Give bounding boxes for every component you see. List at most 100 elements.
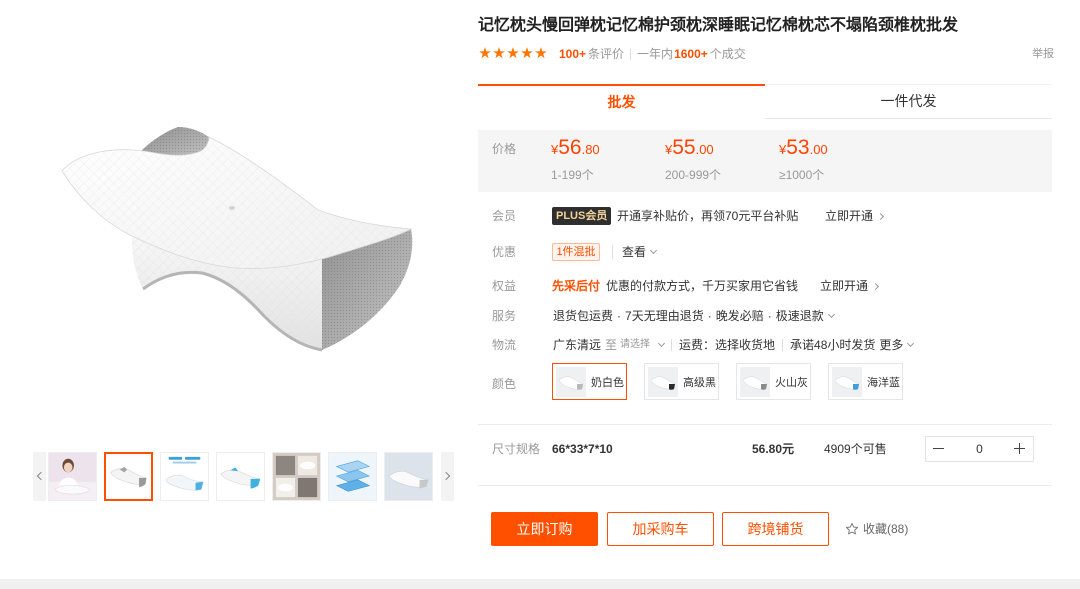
quantity-stepper (925, 436, 1034, 462)
star-icon: ★ (506, 45, 520, 62)
pay-later-highlight: 先采后付 (552, 279, 601, 293)
color-option-ocean-blue[interactable]: 海洋蓝 (828, 363, 903, 400)
star-outline-icon (845, 522, 859, 535)
cross-border-listing-button[interactable]: 跨境铺货 (722, 512, 829, 546)
discount-view-label: 查看 (622, 245, 647, 259)
service-item: 7天无理由退货 (613, 309, 704, 323)
model-with-pillow-image (49, 453, 96, 500)
benefit-text: 优惠的付款方式，千万买家用它省钱 (606, 279, 799, 293)
tab-dropshipping[interactable]: 一件代发 (765, 84, 1052, 119)
white-pillow-image (106, 454, 151, 499)
favorite-label: 收藏(88) (863, 522, 909, 536)
rating-row: ★ ★ ★ ★ ★ 100+ 条评价 一年内 1600+ 个成交 (478, 45, 746, 63)
tier-range: ≥1000个 (779, 168, 825, 182)
mixed-batch-badge: 1件混批 (552, 243, 600, 261)
tier-range: 1-199个 (551, 168, 594, 182)
tier-price: ¥55.00 (665, 136, 714, 159)
benefit-open-link[interactable]: 立即开通 (820, 279, 880, 293)
buy-now-button[interactable]: 立即订购 (491, 512, 598, 546)
tier-range: 200-999个 (665, 168, 722, 182)
member-open-label: 立即开通 (825, 209, 874, 223)
star-icon: ★ (492, 45, 506, 62)
star-icon: ★ (534, 45, 548, 62)
price-tier: ¥55.00 200-999个 (665, 136, 775, 182)
decrease-quantity-button[interactable] (926, 437, 952, 461)
price-box: 价格 ¥56.80 1-199个 ¥55.00 200-999个 ¥53.00 … (478, 130, 1052, 192)
divider (478, 485, 1052, 486)
color-option-premium-black[interactable]: 高级黑 (644, 363, 719, 400)
member-open-link[interactable]: 立即开通 (825, 209, 885, 223)
color-option-milk-white[interactable]: 奶白色 (552, 363, 627, 400)
color-option-label: 高级黑 (683, 376, 716, 389)
star-icon: ★ (478, 45, 492, 62)
price-tier: ¥53.00 ≥1000个 (779, 136, 889, 182)
service-item: 晚发必赔 (704, 309, 764, 323)
shipping-fee: 运费：选择收货地 (679, 338, 776, 352)
thumbnail-6[interactable] (328, 452, 377, 501)
tab-wholesale[interactable]: 批发 (478, 84, 765, 119)
logistics-info: 广东清远 至 请选择 运费：选择收货地 承诺48小时发货 更多 (553, 338, 915, 352)
destination-placeholder: 请选择 (620, 339, 651, 350)
benefit-open-label: 立即开通 (820, 279, 869, 293)
tab-label: 一件代发 (880, 93, 937, 109)
thumbnail-3[interactable] (160, 452, 209, 501)
ship-from: 广东清远 (553, 338, 602, 352)
minus-icon (933, 448, 944, 449)
chevron-right-icon (876, 212, 885, 220)
rating-stars: ★ ★ ★ ★ ★ (478, 45, 548, 63)
chevron-left-icon (36, 471, 46, 481)
thumbnail-5[interactable] (272, 452, 321, 501)
tab-label: 批发 (607, 94, 636, 110)
logistics-more-link[interactable]: 更多 (879, 338, 915, 352)
thumbnail-2[interactable] (104, 452, 153, 501)
thumbnail-1[interactable] (48, 452, 97, 501)
favorite-button[interactable]: 收藏(88) (845, 521, 908, 537)
logistics-label: 物流 (492, 338, 517, 352)
service-label: 服务 (492, 309, 517, 323)
increase-quantity-button[interactable] (1007, 437, 1033, 461)
product-title: 记忆枕头慢回弹枕记忆棉护颈枕深睡眠记忆棉枕芯不塌陷颈椎枕批发 (478, 17, 959, 34)
pillow-swatch-icon (556, 366, 586, 397)
divider (630, 48, 632, 60)
price-label: 价格 (492, 142, 517, 156)
pillow-layer-diagram-image (329, 453, 376, 500)
service-list[interactable]: 退货包运费 7天无理由退货 晚发必赔 极速退款 (553, 309, 835, 323)
size-spec: 66*33*7*10 (552, 442, 613, 456)
pillow-feature-banner-image (161, 453, 208, 500)
pillow-swatch-icon (648, 366, 678, 397)
service-item: 退货包运费 (553, 309, 614, 323)
chevron-down-icon (827, 310, 835, 318)
color-option-label: 奶白色 (591, 376, 624, 389)
divider (671, 339, 673, 351)
service-item: 极速退款 (764, 309, 824, 323)
thumbnail-4[interactable] (216, 452, 265, 501)
product-page: 记忆枕头慢回弹枕记忆棉护颈枕深睡眠记忆棉枕芯不塌陷颈椎枕批发 ★ ★ ★ ★ ★ 100… (0, 0, 1080, 589)
report-link[interactable]: 举报 (1032, 47, 1054, 61)
thumbnail-7[interactable] (384, 452, 433, 501)
page-bottom-band (0, 579, 1080, 589)
quantity-input[interactable] (952, 437, 1007, 461)
sales-period: 一年内 (637, 47, 674, 61)
thumbnail-next-arrow[interactable] (441, 452, 454, 501)
pillow-blue-side-image (217, 453, 264, 500)
plus-member-badge: PLUS会员 (552, 207, 612, 225)
discount-view-link[interactable]: 查看 (622, 245, 658, 259)
stock-count: 4909个可售 (824, 442, 887, 456)
destination-select[interactable]: 请选择 (620, 338, 666, 352)
pillow-swatch-icon (740, 366, 770, 397)
benefit-label: 权益 (492, 279, 517, 293)
member-offer-text: 开通享补贴价，再领70元平台补贴 (617, 209, 799, 223)
review-count[interactable]: 100+ (559, 45, 586, 63)
discount-label: 优惠 (492, 245, 517, 259)
shipping-promise: 承诺48小时发货 (790, 338, 876, 352)
thumbnail-prev-arrow[interactable] (33, 452, 46, 501)
ship-to-label: 至 (605, 338, 618, 352)
color-option-volcano-gray[interactable]: 火山灰 (736, 363, 811, 400)
color-option-label: 海洋蓝 (867, 376, 900, 389)
plus-icon (1014, 443, 1025, 454)
price-tier: ¥56.80 1-199个 (551, 136, 661, 182)
chevron-down-icon (907, 339, 915, 347)
pillow-on-blue-background-image (385, 453, 432, 500)
add-to-cart-button[interactable]: 加采购车 (607, 512, 714, 546)
divider (612, 245, 613, 259)
